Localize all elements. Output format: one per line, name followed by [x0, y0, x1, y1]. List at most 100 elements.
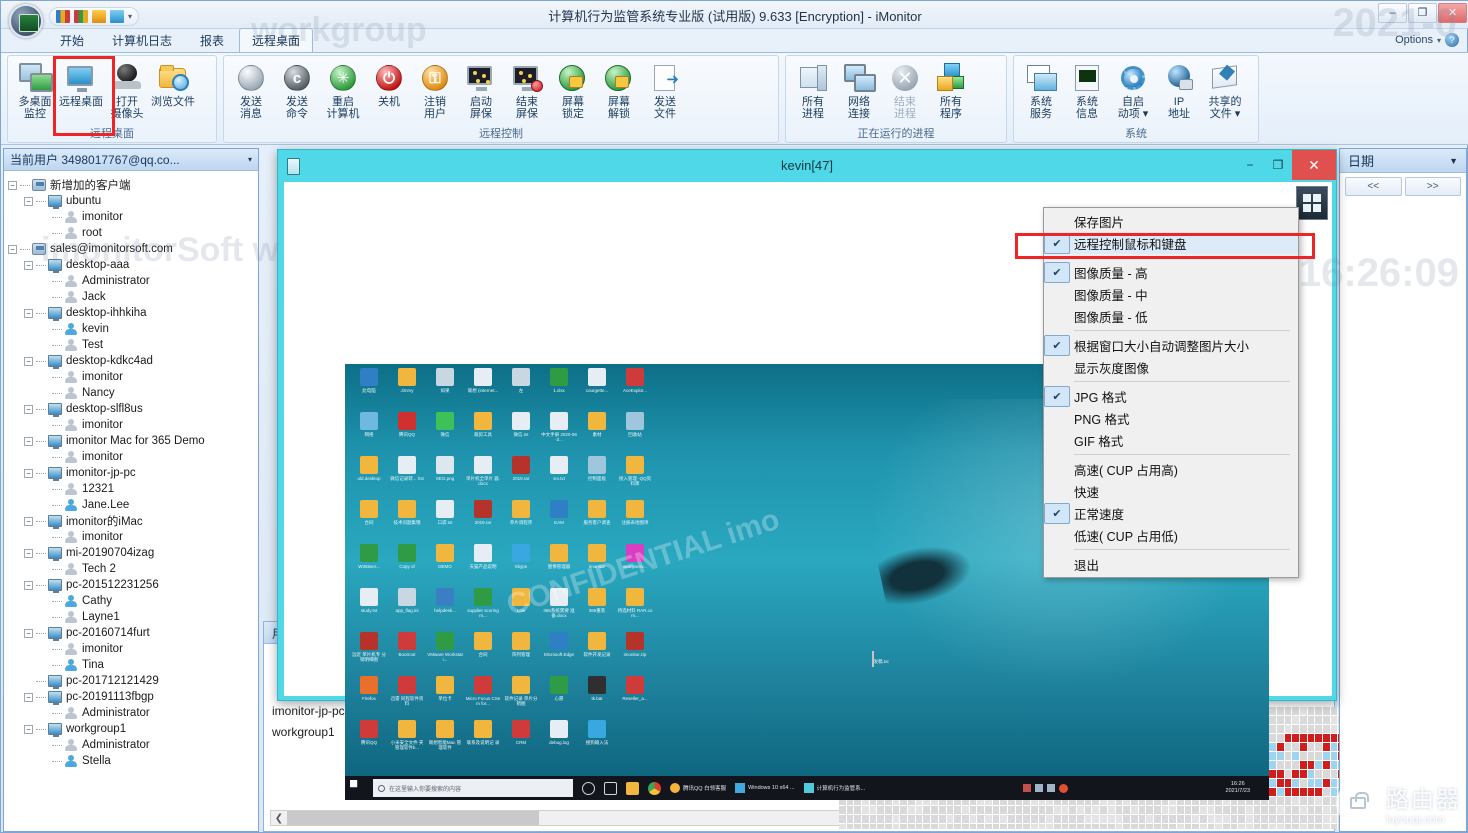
- ribbon-button-logoff[interactable]: ⚿注销 用户: [412, 59, 458, 120]
- current-user-header[interactable]: 当前用户 3498017767@qq.co... ▾: [4, 149, 258, 171]
- ribbon-button-all-programs[interactable]: 所有 程序: [928, 59, 974, 120]
- context-menu-item[interactable]: 图像质量 - 低: [1044, 305, 1298, 327]
- desktop-icon[interactable]: Low: [503, 588, 539, 630]
- ribbon-button-send-message[interactable]: 发送 消息: [228, 59, 274, 120]
- tree-node[interactable]: −desktop-kdkc4ad: [8, 353, 254, 369]
- desktop-icon[interactable]: 合同: [351, 500, 387, 542]
- ribbon-button-stop-screensaver[interactable]: 结束 屏保: [504, 59, 550, 120]
- file-explorer-icon[interactable]: [626, 782, 639, 795]
- desktop-icon[interactable]: SEO.png: [427, 456, 463, 498]
- tree-node[interactable]: pc-201712121429: [8, 673, 254, 689]
- tree-node[interactable]: kevin: [8, 321, 254, 337]
- start-button-icon[interactable]: [350, 780, 366, 796]
- desktop-icon[interactable]: 软件记录 单片分销图: [503, 676, 539, 718]
- desktop-icon[interactable]: 左: [503, 368, 539, 410]
- desktop-icon[interactable]: W365ser...: [351, 544, 387, 586]
- tree-collapse-icon[interactable]: −: [24, 517, 33, 526]
- desktop-icon[interactable]: helpdesk...: [427, 588, 463, 630]
- tree-collapse-icon[interactable]: −: [24, 309, 33, 318]
- tree-node[interactable]: Administrator: [8, 737, 254, 753]
- tree-node[interactable]: −pc-20160714furt: [8, 625, 254, 641]
- desktop-icon[interactable]: VMware Workstati...: [427, 632, 463, 674]
- desktop-icon[interactable]: Bootroot: [389, 632, 425, 674]
- tree-collapse-icon[interactable]: −: [24, 549, 33, 558]
- tree-node[interactable]: Administrator: [8, 705, 254, 721]
- tree-node[interactable]: Test: [8, 337, 254, 353]
- tree-collapse-icon[interactable]: −: [8, 181, 17, 190]
- tree-node[interactable]: −workgroup1: [8, 721, 254, 737]
- context-menu-item[interactable]: 快速: [1044, 480, 1298, 502]
- minimize-button[interactable]: –: [1378, 3, 1407, 23]
- desktop-icon[interactable]: Copy of: [389, 544, 425, 586]
- desktop-icon[interactable]: 天猫产品说明: [465, 544, 501, 586]
- desktop-icon[interactable]: 单片调程序: [503, 500, 539, 542]
- tree-node[interactable]: −imonitor Mac for 365 Demo: [8, 433, 254, 449]
- desktop-icon[interactable]: 控制面板: [579, 456, 615, 498]
- speaker-icon[interactable]: [92, 10, 106, 23]
- desktop-icon[interactable]: 微信.txt: [503, 412, 539, 454]
- desktop-icon[interactable]: 素材: [579, 412, 615, 454]
- desktop-icon[interactable]: 365重装: [579, 588, 615, 630]
- context-menu-item[interactable]: 低速( CUP 占用低): [1044, 524, 1298, 546]
- ribbon-button-network-connection[interactable]: 网络 连接: [836, 59, 882, 120]
- tray-icon-1[interactable]: [1023, 784, 1031, 792]
- desktop-icon[interactable]: 网络: [351, 412, 387, 454]
- desktop-icon[interactable]: 技术问题集锦: [389, 500, 425, 542]
- desktop-icon[interactable]: old.desktop: [351, 456, 387, 498]
- context-menu-item[interactable]: 图像质量 - 中: [1044, 283, 1298, 305]
- taskbar-search-input[interactable]: 在这里输入你要搜索的内容: [373, 779, 573, 797]
- tree-node[interactable]: −desktop-aaa: [8, 257, 254, 273]
- context-menu-item[interactable]: 保存图片: [1044, 210, 1298, 232]
- context-menu-item[interactable]: 高速( CUP 占用高): [1044, 458, 1298, 480]
- desktop-icon[interactable]: 联想智能Mac 管理软件: [427, 720, 463, 762]
- scroll-left-icon[interactable]: ❮: [271, 813, 287, 824]
- remote-close-button[interactable]: ✕: [1292, 150, 1336, 180]
- taskbar-app-imonitor[interactable]: 计算机行为监管系...: [804, 783, 866, 793]
- tree-node[interactable]: −新增加的客户端: [8, 177, 254, 193]
- ribbon-button-system-services[interactable]: 系统 服务: [1018, 59, 1064, 120]
- maximize-button[interactable]: ❐: [1408, 3, 1437, 23]
- ribbon-button-restart[interactable]: ✳重启 计算机: [320, 59, 366, 120]
- ribbon-tab-0[interactable]: 开始: [47, 28, 97, 53]
- ribbon-button-system-info[interactable]: 系统 信息: [1064, 59, 1110, 120]
- desktop-icon[interactable]: 注册表地图项: [617, 500, 653, 542]
- desktop-icon[interactable]: 待选材料 RAR.com...: [617, 588, 653, 630]
- desktop-icon[interactable]: 2019.rar: [503, 456, 539, 498]
- tree-node[interactable]: imonitor: [8, 641, 254, 657]
- tree-node[interactable]: −mi-20190704izag: [8, 545, 254, 561]
- context-menu-item[interactable]: ✔正常速度: [1044, 502, 1298, 524]
- app-logo-orb[interactable]: [9, 4, 43, 38]
- desktop-icon[interactable]: 联系及说明记 录: [465, 720, 501, 762]
- options-chevron-down-icon[interactable]: ▾: [1437, 36, 1441, 45]
- desktop-icon[interactable]: 图像管理器: [541, 544, 577, 586]
- desktop-icon[interactable]: courgette...: [579, 368, 615, 410]
- desktop-icon[interactable]: 回收站: [617, 412, 653, 454]
- desktop-icon[interactable]: 2019.rar: [465, 500, 501, 542]
- desktop-icon[interactable]: 腾讯QQ: [351, 720, 387, 762]
- ribbon-button-start-screensaver[interactable]: 启动 屏保: [458, 59, 504, 120]
- taskbar-app-qq[interactable]: 腾讯QQ 白领客服: [670, 783, 726, 793]
- desktop-icon[interactable]: study.txt: [351, 588, 387, 630]
- ribbon-button-webcam[interactable]: 打开 摄像头: [104, 59, 150, 120]
- desktop-icon[interactable]: 服务客户调查: [579, 500, 615, 542]
- ribbon-button-remote-desktop[interactable]: 远程桌面: [58, 59, 104, 108]
- chrome-icon[interactable]: [648, 782, 661, 795]
- bar-chart-icon[interactable]: [56, 10, 70, 23]
- date-next-button[interactable]: >>: [1405, 177, 1462, 196]
- ribbon-button-unlock-screen[interactable]: 屏幕 解锁: [596, 59, 642, 120]
- cortana-icon[interactable]: [582, 782, 595, 795]
- ribbon-tab-3[interactable]: 远程桌面: [239, 28, 313, 53]
- desktop-icon[interactable]: imonitor.zip: [617, 632, 653, 674]
- tree-node[interactable]: −imonitor-jp-pc: [8, 465, 254, 481]
- ribbon-button-shutdown[interactable]: ⏻关机: [366, 59, 412, 108]
- tree-collapse-icon[interactable]: −: [24, 693, 33, 702]
- tree-node[interactable]: Layne1: [8, 609, 254, 625]
- desktop-icon[interactable]: 小米安全文件 夹管理软件b...: [389, 720, 425, 762]
- tree-node[interactable]: −desktop-slfl8us: [8, 401, 254, 417]
- task-view-icon[interactable]: [604, 782, 617, 795]
- desktop-icon[interactable]: 远近 单片机专 分销明细图: [351, 632, 387, 674]
- desktop-icon[interactable]: 心愿: [541, 676, 577, 718]
- desktop-icon[interactable]: tk.bat: [579, 676, 615, 718]
- desktop-icon[interactable]: 如果: [427, 368, 463, 410]
- tree-node[interactable]: 12321: [8, 481, 254, 497]
